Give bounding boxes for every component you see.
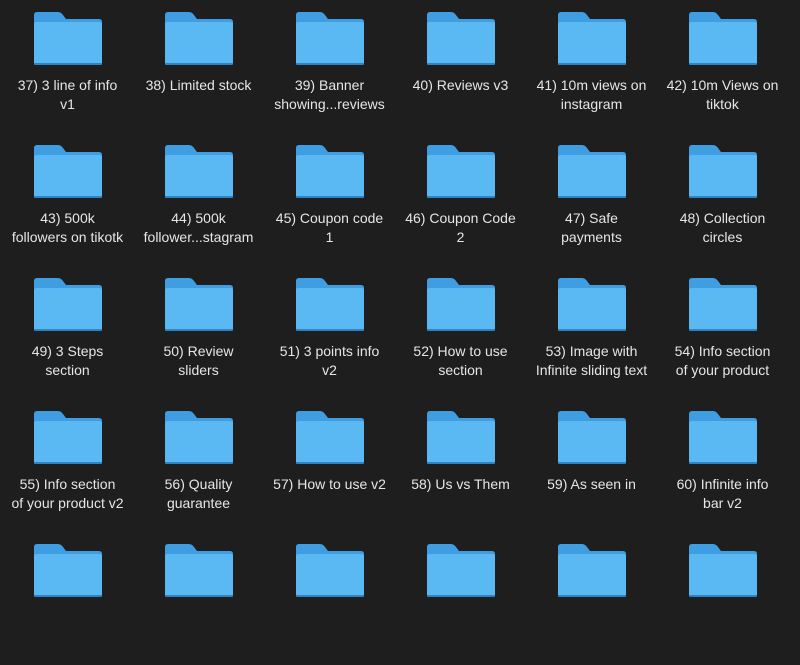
folder-label: 53) Image with Infinite sliding text [535,343,648,378]
folder-grid: 37) 3 line of info v1 38) Limited stock 39… [0,0,800,597]
folder-label: 50) Review sliders [163,343,234,378]
folder-item[interactable] [264,532,395,665]
folder-item[interactable]: 57) How to use v2 [264,399,395,532]
folder-item[interactable]: 47) Safe payments [526,133,657,266]
folder-item[interactable] [2,532,133,665]
folder-icon[interactable] [557,409,627,465]
folder-label: 42) 10m Views on tiktok [666,77,779,112]
folder-item[interactable]: 54) Info section of your product [657,266,788,399]
folder-item[interactable] [395,532,526,665]
folder-item[interactable]: 49) 3 Steps section [2,266,133,399]
folder-icon[interactable] [33,10,103,66]
folder-label: 49) 3 Steps section [31,343,104,378]
folder-label: 39) Banner showing...reviews [274,77,385,112]
folder-icon[interactable] [688,10,758,66]
folder-icon[interactable] [295,276,365,332]
folder-icon[interactable] [557,542,627,598]
folder-item[interactable]: 59) As seen in [526,399,657,532]
folder-item[interactable]: 58) Us vs Them [395,399,526,532]
folder-label: 45) Coupon code 1 [275,210,384,245]
folder-label: 57) How to use v2 [273,476,386,492]
folder-label: 41) 10m views on instagram [536,77,647,112]
folder-item[interactable]: 45) Coupon code 1 [264,133,395,266]
folder-item[interactable]: 51) 3 points info v2 [264,266,395,399]
folder-label: 47) Safe payments [561,210,622,245]
folder-label: 52) How to use section [413,343,508,378]
folder-label: 60) Infinite info bar v2 [676,476,769,511]
folder-item[interactable]: 60) Infinite info bar v2 [657,399,788,532]
folder-icon[interactable] [426,542,496,598]
folder-item[interactable]: 40) Reviews v3 [395,0,526,133]
folder-item[interactable]: 43) 500k followers on tikotk [2,133,133,266]
folder-icon[interactable] [164,409,234,465]
folder-label: 37) 3 line of info v1 [17,77,118,112]
folder-item[interactable]: 41) 10m views on instagram [526,0,657,133]
folder-label: 46) Coupon Code 2 [405,210,516,245]
folder-label: 48) Collection circles [679,210,766,245]
folder-item[interactable]: 55) Info section of your product v2 [2,399,133,532]
folder-label: 43) 500k followers on tikotk [11,210,124,245]
folder-icon[interactable] [688,542,758,598]
folder-icon[interactable] [688,409,758,465]
folder-icon[interactable] [33,276,103,332]
folder-item[interactable]: 42) 10m Views on tiktok [657,0,788,133]
folder-icon[interactable] [426,143,496,199]
folder-icon[interactable] [33,409,103,465]
folder-icon[interactable] [426,10,496,66]
folder-icon[interactable] [295,143,365,199]
folder-icon[interactable] [295,409,365,465]
folder-label: 38) Limited stock [145,77,252,93]
folder-icon[interactable] [557,276,627,332]
folder-icon[interactable] [33,542,103,598]
folder-item[interactable]: 53) Image with Infinite sliding text [526,266,657,399]
folder-icon[interactable] [426,409,496,465]
folder-label: 56) Quality guarantee [164,476,233,511]
folder-label: 44) 500k follower...stagram [143,210,254,245]
folder-item[interactable] [657,532,788,665]
folder-item[interactable] [133,532,264,665]
folder-item[interactable]: 46) Coupon Code 2 [395,133,526,266]
folder-icon[interactable] [164,143,234,199]
folder-icon[interactable] [33,143,103,199]
folder-label: 40) Reviews v3 [412,77,509,93]
folder-item[interactable]: 50) Review sliders [133,266,264,399]
folder-icon[interactable] [557,10,627,66]
folder-label: 55) Info section of your product v2 [11,476,124,511]
folder-icon[interactable] [557,143,627,199]
folder-icon[interactable] [164,276,234,332]
folder-item[interactable]: 39) Banner showing...reviews [264,0,395,133]
folder-item[interactable]: 48) Collection circles [657,133,788,266]
folder-item[interactable]: 37) 3 line of info v1 [2,0,133,133]
folder-item[interactable] [526,532,657,665]
folder-label: 54) Info section of your product [674,343,771,378]
folder-label: 58) Us vs Them [411,476,510,492]
folder-label: 51) 3 points info v2 [279,343,380,378]
folder-icon[interactable] [295,542,365,598]
folder-item[interactable]: 44) 500k follower...stagram [133,133,264,266]
folder-item[interactable]: 52) How to use section [395,266,526,399]
folder-icon[interactable] [426,276,496,332]
folder-icon[interactable] [688,276,758,332]
folder-label: 59) As seen in [547,476,636,492]
folder-item[interactable]: 56) Quality guarantee [133,399,264,532]
folder-item[interactable]: 38) Limited stock [133,0,264,133]
folder-icon[interactable] [164,542,234,598]
folder-icon[interactable] [164,10,234,66]
folder-icon[interactable] [688,143,758,199]
folder-icon[interactable] [295,10,365,66]
